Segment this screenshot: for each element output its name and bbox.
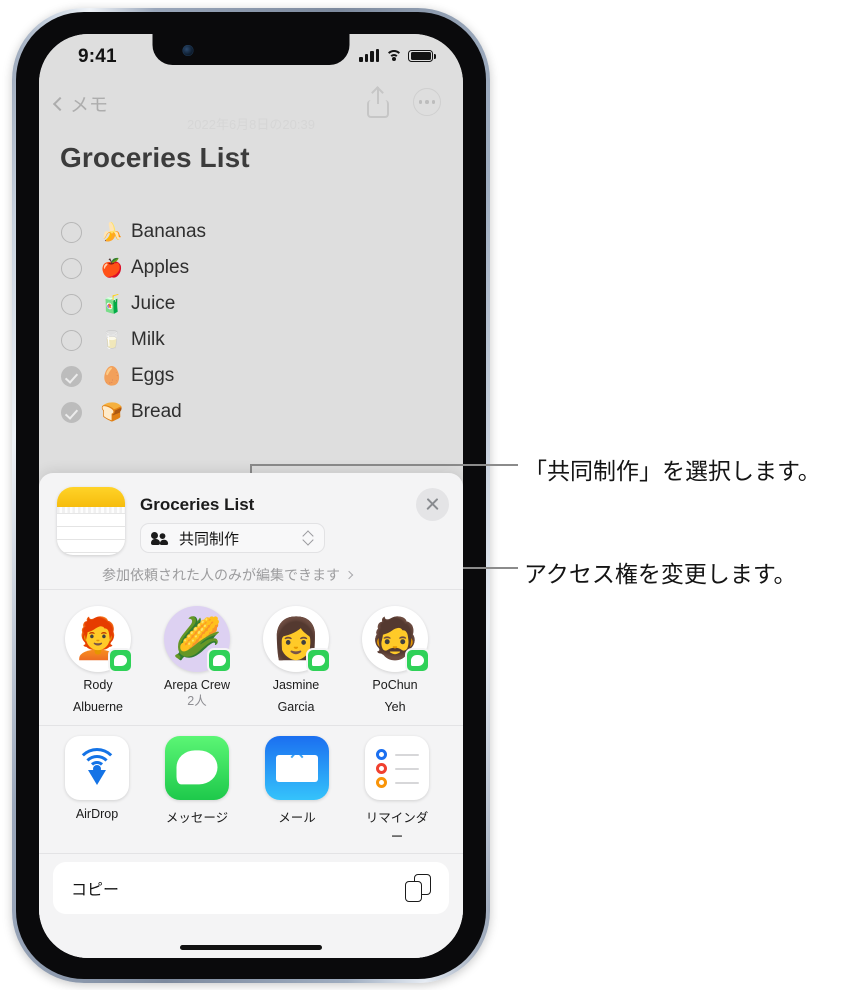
share-sheet-title: Groceries List — [140, 495, 255, 514]
close-icon[interactable] — [416, 488, 449, 521]
apps-row: AirDrop メッセージ メール リマインダー — [39, 726, 463, 853]
up-down-chevron-icon — [303, 530, 314, 547]
status-icons — [359, 49, 436, 62]
cellular-bars-icon — [359, 49, 379, 62]
status-time: 9:41 — [78, 46, 117, 67]
share-mode-dropdown[interactable]: 共同制作 — [140, 523, 325, 553]
checklist-item-label: Apples — [131, 257, 190, 278]
checklist-item[interactable]: 🥚 Eggs — [61, 358, 441, 394]
contact-name-line1: Rody — [83, 678, 113, 692]
note-date-label: 2022年6月8日の20:39 — [187, 117, 315, 132]
contacts-row: 🧑‍🦰 Rody Albuerne 🌽 Arepa Crew 2人 👩 Jasmine Garc… — [39, 590, 463, 725]
share-app-item[interactable]: AirDrop — [61, 736, 133, 845]
checklist-item-emoji: 🍎 — [100, 258, 124, 278]
checklist-item-emoji: 🥛 — [100, 330, 124, 350]
actions-list: コピー — [39, 854, 463, 915]
checklist-item-emoji: 🍞 — [100, 402, 124, 422]
more-ellipsis-icon[interactable] — [413, 88, 441, 116]
avatar: 👩 — [263, 606, 331, 673]
share-app-label: メール — [278, 811, 316, 826]
messages-badge-icon — [306, 648, 331, 673]
notes-navigation-bar: メモ 2022年6月8日の20:39 — [39, 86, 463, 132]
checklist-item-emoji: 🧃 — [100, 294, 124, 314]
checklist-item-label: Eggs — [131, 365, 175, 386]
back-button[interactable]: メモ — [52, 90, 109, 117]
share-app-item[interactable]: メッセージ — [161, 736, 233, 845]
battery-full-icon — [408, 49, 436, 62]
contact-name-line1: Jasmine — [272, 678, 320, 692]
contact-name-line2: Garcia — [277, 699, 315, 714]
front-camera-icon — [182, 45, 194, 56]
checklist-checkbox[interactable] — [61, 365, 82, 387]
checklist-checkbox[interactable] — [61, 329, 82, 351]
share-app-label: メッセージ — [165, 811, 229, 826]
messages-badge-icon — [108, 648, 133, 673]
checklist-item[interactable]: 🥛 Milk — [61, 322, 441, 358]
permission-link[interactable]: 参加依頼された人のみが編集できます — [102, 565, 354, 585]
checklist: 🍌 Bananas 🍎 Apples 🧃 Juice 🥛 Milk 🥚 Eggs 🍞 Bread — [61, 214, 441, 430]
contact-item[interactable]: 🧔 PoChun Yeh — [356, 606, 434, 715]
checklist-item-label: Bread — [131, 401, 182, 422]
checklist-item[interactable]: 🧃 Juice — [61, 286, 441, 322]
home-indicator[interactable] — [180, 944, 322, 950]
contact-subtitle: 2人 — [187, 693, 207, 708]
reminders-icon — [365, 736, 429, 801]
messages-icon — [165, 736, 229, 801]
people-icon — [150, 531, 170, 545]
checklist-item-emoji: 🍌 — [100, 222, 124, 242]
airdrop-icon — [65, 736, 129, 801]
contact-item[interactable]: 🧑‍🦰 Rody Albuerne — [59, 606, 137, 715]
checklist-checkbox[interactable] — [61, 293, 82, 315]
checklist-item[interactable]: 🍌 Bananas — [61, 214, 441, 250]
contact-name-line1: Arepa Crew — [164, 678, 230, 692]
share-icon[interactable] — [367, 86, 393, 118]
contact-name-line2: Albuerne — [72, 699, 124, 714]
permission-label: 参加依頼された人のみが編集できます — [102, 567, 340, 583]
messages-badge-icon — [405, 648, 430, 673]
chevron-left-icon — [52, 96, 68, 111]
contact-name-line2: Yeh — [384, 699, 406, 714]
avatar: 🧔 — [362, 606, 430, 673]
screenshot-root: 9:41 メモ 2022年6月8日の20:39 Groceries List 🍌… — [0, 0, 851, 990]
back-button-label: メモ — [70, 95, 109, 116]
checklist-checkbox[interactable] — [61, 221, 82, 243]
contact-item[interactable]: 👩 Jasmine Garcia — [257, 606, 335, 715]
chevron-right-icon — [344, 570, 354, 580]
share-sheet: Groceries List 共同制作 参加依頼された人のみが編集できます — [39, 473, 463, 958]
phone-frame: 9:41 メモ 2022年6月8日の20:39 Groceries List 🍌… — [12, 8, 490, 983]
page-title: Groceries List — [60, 142, 250, 173]
contact-item[interactable]: 🌽 Arepa Crew 2人 — [158, 606, 236, 715]
copy-action-row[interactable]: コピー — [53, 862, 449, 915]
callout-label-2: アクセス権を変更します。 — [524, 561, 797, 587]
contact-name-line1: PoChun — [372, 678, 418, 692]
callout-label-1: 「共同制作」を選択します。 — [524, 458, 821, 484]
callout-line-1-horizontal — [250, 464, 518, 466]
avatar: 🌽 — [164, 606, 232, 673]
wifi-icon — [385, 49, 402, 62]
share-sheet-header: Groceries List 共同制作 参加依頼された人のみが編集できます — [39, 473, 463, 589]
messages-badge-icon — [207, 648, 232, 673]
checklist-item-label: Bananas — [131, 221, 207, 242]
share-app-label: リマインダー — [365, 811, 429, 845]
notes-app-icon — [57, 487, 125, 555]
phone-screen: 9:41 メモ 2022年6月8日の20:39 Groceries List 🍌… — [39, 34, 463, 958]
checklist-item-label: Juice — [131, 293, 176, 314]
checklist-item-emoji: 🥚 — [100, 366, 124, 386]
checklist-item-label: Milk — [131, 329, 165, 350]
notch — [152, 34, 350, 65]
copy-icon — [405, 874, 431, 903]
phone-bezel: 9:41 メモ 2022年6月8日の20:39 Groceries List 🍌… — [16, 12, 486, 979]
checklist-item[interactable]: 🍞 Bread — [61, 394, 441, 430]
share-app-item[interactable]: メール — [261, 736, 333, 845]
share-mode-label: 共同制作 — [179, 530, 240, 548]
avatar: 🧑‍🦰 — [65, 606, 133, 673]
checklist-item[interactable]: 🍎 Apples — [61, 250, 441, 286]
mail-icon — [265, 736, 329, 801]
checklist-checkbox[interactable] — [61, 257, 82, 279]
share-app-label: AirDrop — [75, 807, 119, 822]
share-app-item[interactable]: リマインダー — [361, 736, 433, 845]
checklist-checkbox[interactable] — [61, 401, 82, 423]
copy-action-label: コピー — [71, 882, 120, 900]
